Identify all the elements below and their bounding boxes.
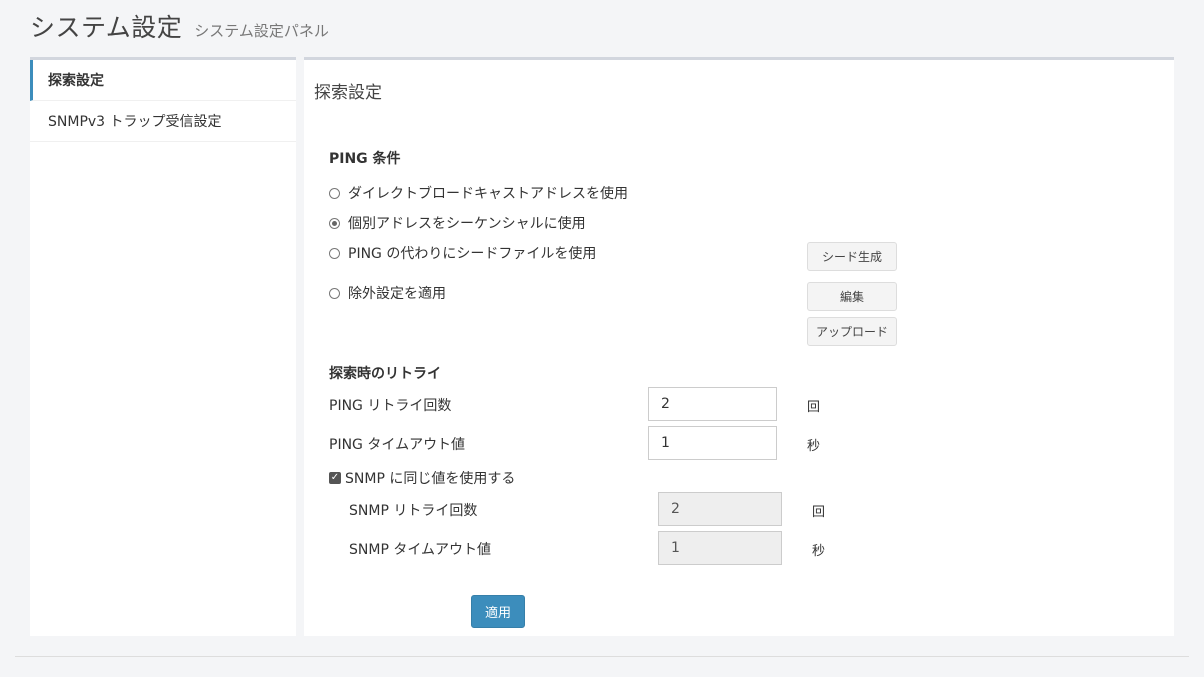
main-panel: 探索設定 PING 条件 ダイレクトブロードキャストアドレスを使用 個別アドレス… — [304, 57, 1174, 636]
sidebar-item-discovery[interactable]: 探索設定 — [30, 60, 296, 101]
snmp-timeout-input: 1 — [658, 531, 782, 565]
radio-icon[interactable] — [329, 247, 340, 259]
edit-button[interactable]: 編集 — [807, 282, 897, 311]
radio-icon[interactable] — [329, 187, 340, 199]
radio-label: 除外設定を適用 — [348, 286, 446, 302]
sidebar: 探索設定 SNMPv3 トラップ受信設定 — [30, 57, 296, 636]
radio-broadcast[interactable]: ダイレクトブロードキャストアドレスを使用 — [329, 183, 628, 203]
ping-timeout-unit: 秒 — [807, 439, 821, 454]
ping-timeout-label: PING タイムアウト値 — [329, 437, 466, 453]
ping-retry-label: PING リトライ回数 — [329, 398, 452, 414]
snmp-same-checkbox-row[interactable]: ✓ SNMP に同じ値を使用する — [329, 468, 515, 488]
sidebar-item-snmpv3-trap[interactable]: SNMPv3 トラップ受信設定 — [30, 101, 296, 142]
radio-exclude[interactable]: 除外設定を適用 — [329, 283, 446, 303]
ping-retry-unit: 回 — [807, 400, 821, 415]
snmp-retry-label: SNMP リトライ回数 — [349, 503, 478, 519]
checkbox-checked-icon[interactable]: ✓ — [329, 472, 341, 484]
ping-timeout-input[interactable]: 1 — [648, 426, 777, 460]
retry-section-label: 探索時のリトライ — [329, 366, 441, 382]
snmp-same-label: SNMP に同じ値を使用する — [345, 471, 516, 487]
apply-button[interactable]: 適用 — [471, 595, 525, 628]
ping-section-label: PING 条件 — [329, 151, 401, 167]
radio-icon[interactable] — [329, 287, 340, 299]
snmp-retry-unit: 回 — [812, 505, 826, 520]
sidebar-item-label: SNMPv3 トラップ受信設定 — [48, 114, 222, 130]
snmp-timeout-label: SNMP タイムアウト値 — [349, 542, 492, 558]
panel-title: 探索設定 — [314, 83, 382, 103]
snmp-retry-input: 2 — [658, 492, 782, 526]
snmp-timeout-unit: 秒 — [812, 544, 826, 559]
page-subtitle: システム設定パネル — [194, 22, 329, 40]
radio-label: PING の代わりにシードファイルを使用 — [348, 246, 597, 262]
radio-label: ダイレクトブロードキャストアドレスを使用 — [348, 186, 628, 202]
sidebar-item-label: 探索設定 — [48, 73, 104, 89]
ping-retry-input[interactable]: 2 — [648, 387, 777, 421]
upload-button[interactable]: アップロード — [807, 317, 897, 346]
page-header: システム設定 システム設定パネル — [30, 8, 329, 44]
radio-sequential[interactable]: 個別アドレスをシーケンシャルに使用 — [329, 213, 586, 233]
page-title: システム設定 — [30, 13, 183, 42]
seed-generate-button[interactable]: シード生成 — [807, 242, 897, 271]
radio-seed-file[interactable]: PING の代わりにシードファイルを使用 — [329, 243, 596, 263]
footer-divider — [15, 656, 1189, 657]
radio-label: 個別アドレスをシーケンシャルに使用 — [348, 216, 586, 232]
radio-checked-icon[interactable] — [329, 217, 340, 229]
